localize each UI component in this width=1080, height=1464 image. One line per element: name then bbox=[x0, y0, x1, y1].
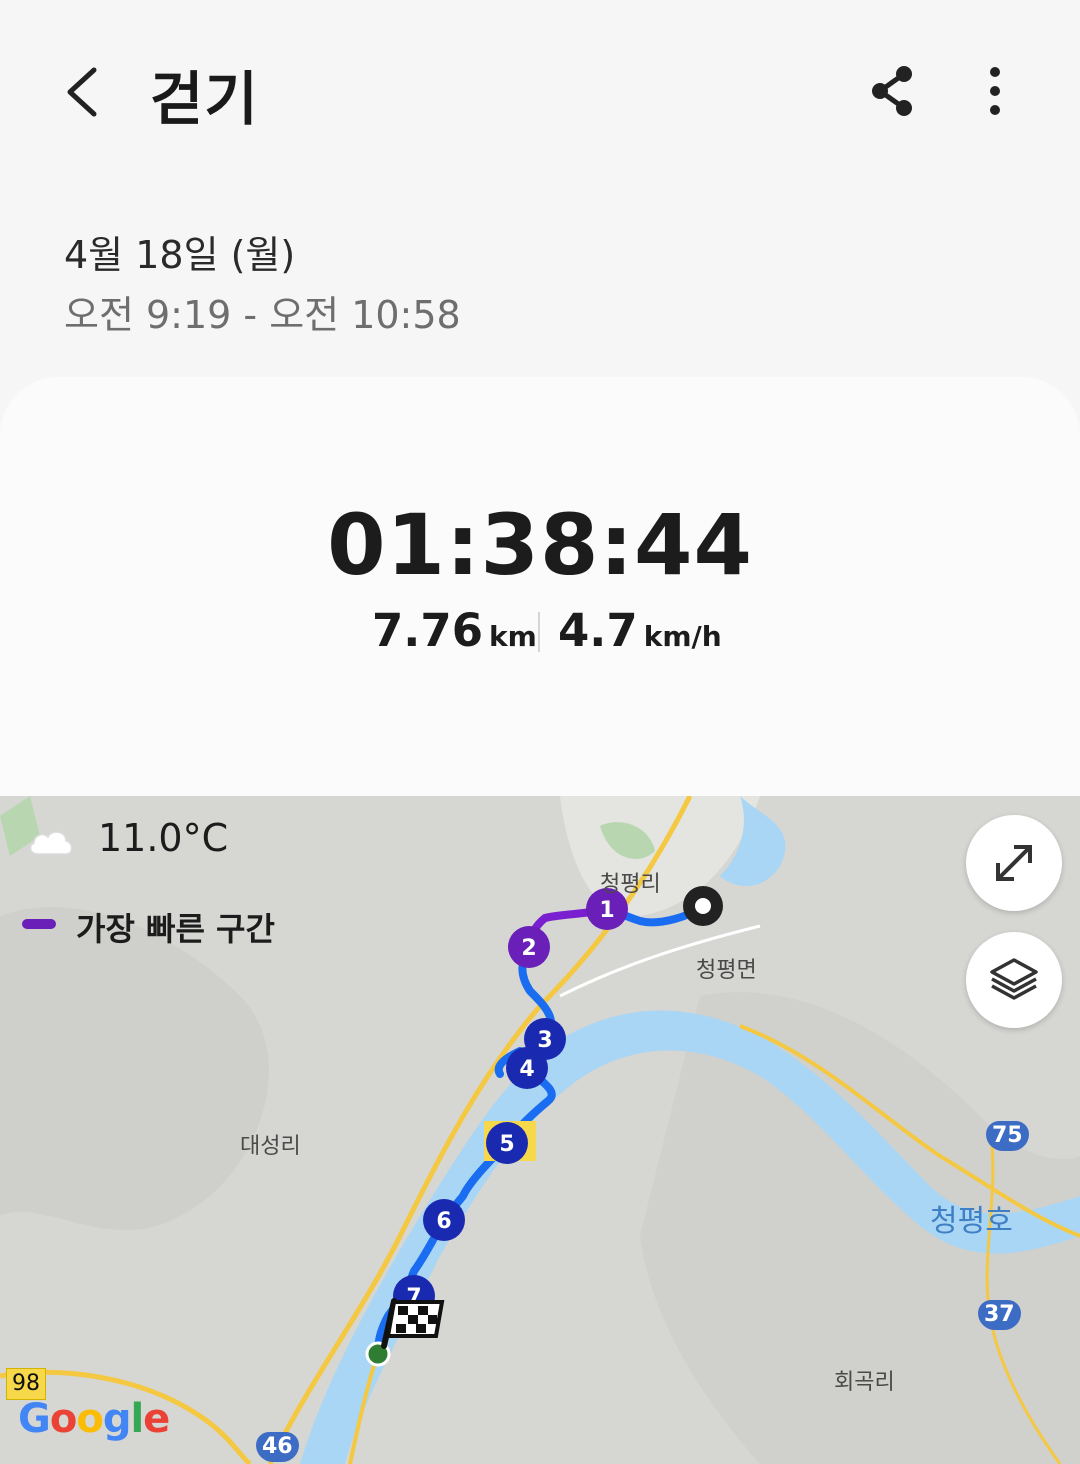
road-badge-37: 37 bbox=[978, 1300, 1021, 1330]
route-map[interactable]: 1 2 3 4 5 6 7 bbox=[0, 796, 1080, 1464]
place-label-cheongpyeong-myeon: 청평면 bbox=[696, 958, 757, 983]
temperature: 11.0°C bbox=[98, 816, 229, 860]
road-badge-75: 75 bbox=[986, 1121, 1029, 1151]
map-layers-button[interactable] bbox=[966, 932, 1062, 1028]
share-button[interactable] bbox=[860, 56, 926, 126]
more-vertical-icon bbox=[990, 67, 1000, 115]
distance-value: 7.76 bbox=[372, 604, 484, 657]
legend-swatch bbox=[22, 919, 56, 929]
expand-icon bbox=[996, 845, 1032, 881]
place-label-hoegok-ri: 회곡리 bbox=[834, 1370, 895, 1395]
page-title: 걷기 bbox=[150, 65, 259, 133]
google-attribution[interactable]: Google bbox=[18, 1396, 170, 1442]
legend-label: 가장 빠른 구간 bbox=[76, 910, 275, 948]
split-markers: 1 2 3 4 5 6 7 bbox=[381, 888, 628, 1349]
svg-text:5: 5 bbox=[499, 1132, 514, 1157]
session-time-range: 오전 9:19 - 오전 10:58 bbox=[64, 293, 461, 337]
svg-text:3: 3 bbox=[537, 1028, 552, 1053]
svg-text:4: 4 bbox=[519, 1057, 534, 1082]
distance-unit: km bbox=[489, 620, 537, 653]
app-bar: 걷기 bbox=[0, 0, 1080, 190]
svg-text:1: 1 bbox=[599, 898, 614, 923]
chevron-left-icon bbox=[67, 67, 97, 117]
layers-icon bbox=[990, 958, 1038, 1000]
cloud-icon bbox=[29, 831, 73, 855]
place-label-cheongpyeong-ho: 청평호 bbox=[930, 1204, 1013, 1239]
speed-unit: km/h bbox=[643, 620, 722, 653]
place-label-cheongpyeong-ri: 청평리 bbox=[600, 872, 661, 897]
distance-stat: 7.76 km bbox=[372, 604, 537, 657]
workout-duration: 01:38:44 bbox=[327, 496, 753, 594]
split-marker-6[interactable]: 6 bbox=[423, 1199, 465, 1241]
road-badge-46: 46 bbox=[256, 1432, 299, 1462]
more-options-button[interactable] bbox=[962, 56, 1028, 126]
speed-stat: 4.7 km/h bbox=[558, 604, 722, 657]
place-label-daeseong-ri: 대성리 bbox=[240, 1134, 301, 1159]
svg-text:2: 2 bbox=[521, 936, 536, 961]
stat-divider bbox=[538, 612, 540, 652]
stats-row: 7.76 km 4.7 km/h bbox=[0, 604, 1080, 664]
back-button[interactable] bbox=[52, 52, 122, 132]
session-date: 4월 18일 (월) bbox=[64, 233, 296, 277]
finish-flag-icon bbox=[381, 1298, 445, 1349]
split-marker-5[interactable]: 5 bbox=[486, 1122, 528, 1164]
split-marker-2[interactable]: 2 bbox=[508, 926, 550, 968]
share-icon bbox=[872, 66, 912, 116]
speed-value: 4.7 bbox=[558, 604, 638, 657]
expand-map-button[interactable] bbox=[966, 815, 1062, 911]
split-marker-4[interactable]: 4 bbox=[506, 1047, 548, 1089]
svg-text:6: 6 bbox=[436, 1209, 451, 1234]
